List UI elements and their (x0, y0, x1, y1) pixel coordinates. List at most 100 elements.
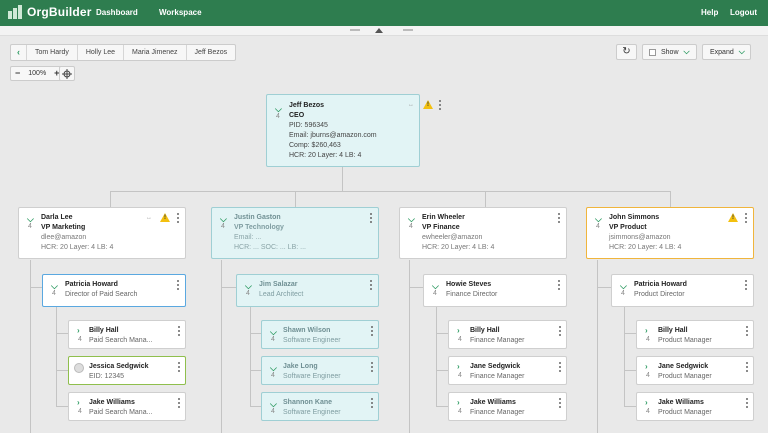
org-card-vp[interactable]: ⌵ 4 John Simmons VP Product jsimmons@ama… (586, 207, 754, 259)
kebab-icon[interactable] (559, 362, 561, 372)
kebab-icon[interactable] (745, 213, 747, 223)
kebab-icon[interactable] (178, 362, 180, 372)
chevron-down-icon[interactable]: ⌵ (270, 328, 277, 337)
kebab-icon[interactable] (745, 280, 747, 290)
nav-workspace[interactable]: Workspace (159, 8, 202, 17)
org-card-report[interactable]: › 4 Jake Williams Finance Manager (448, 392, 567, 421)
org-card-report[interactable]: › 4 Billy Hall Finance Manager (448, 320, 567, 349)
center-view-button[interactable] (59, 66, 75, 81)
chevron-right-icon[interactable]: › (645, 363, 648, 371)
chevron-right-icon[interactable]: › (457, 399, 460, 407)
kebab-icon[interactable] (178, 326, 180, 336)
org-card-report[interactable]: › 4 Jake Williams Product Manager (636, 392, 754, 421)
breadcrumb-item[interactable]: Maria Jimenez (123, 45, 186, 60)
warning-icon[interactable]: ! (728, 213, 738, 222)
kebab-icon[interactable] (746, 326, 748, 336)
org-card-ceo[interactable]: ⌵ 4 Jeff Bezos CEO PID: 596345 Email: jb… (266, 94, 441, 167)
chevron-down-icon[interactable]: ⌵ (620, 282, 627, 291)
org-card-report[interactable]: ⌵ 4 Shannon Kane Software Engineer (261, 392, 379, 421)
chevron-right-icon[interactable]: › (645, 327, 648, 335)
org-card-report[interactable]: › 4 Jake Williams Paid Search Mana... (68, 392, 186, 421)
org-card-report[interactable]: › 4 Billy Hall Paid Search Mana... (68, 320, 186, 349)
expand-dropdown[interactable]: Expand ⌵ (702, 44, 751, 60)
breadcrumb-item[interactable]: Tom Hardy (26, 45, 77, 60)
person-name: Darla Lee (41, 214, 73, 221)
person-name: Jim Salazar (259, 281, 298, 288)
expand-label: Expand (710, 48, 734, 56)
kebab-icon[interactable] (177, 280, 179, 290)
chevron-down-icon[interactable]: ⌵ (270, 364, 277, 373)
chevron-down-icon[interactable]: ⌵ (275, 105, 282, 114)
nav-logout[interactable]: Logout (730, 8, 757, 17)
connector (597, 260, 598, 433)
show-dropdown[interactable]: Show ⌵ (642, 44, 697, 60)
chevron-down-icon[interactable]: ⌵ (432, 282, 439, 291)
refresh-button[interactable]: ↻ (616, 44, 637, 60)
org-card-director[interactable]: ⌵ 4 Jim Salazar Lead Architect (236, 274, 379, 307)
kebab-icon[interactable] (371, 398, 373, 408)
org-card-report[interactable]: › 4 Billy Hall Product Manager (636, 320, 754, 349)
kebab-icon[interactable] (371, 362, 373, 372)
chevron-down-icon[interactable]: ⌵ (595, 215, 602, 224)
nav-dashboard[interactable]: Dashboard (96, 8, 138, 17)
kebab-icon[interactable] (371, 326, 373, 336)
kebab-icon[interactable] (558, 213, 560, 223)
connector (624, 307, 625, 407)
chevron-right-icon[interactable]: › (645, 399, 648, 407)
show-checkbox[interactable] (649, 48, 656, 56)
chevron-right-icon[interactable]: › (77, 327, 80, 335)
zoom-out-button[interactable]: − (11, 67, 24, 80)
chevron-down-icon[interactable]: ⌵ (408, 215, 415, 224)
chevron-down-icon[interactable]: ⌵ (51, 282, 58, 291)
person-name: Erin Wheeler (422, 214, 465, 221)
person-name: Howie Steves (446, 281, 492, 288)
chevron-right-icon[interactable]: › (457, 327, 460, 335)
kebab-icon[interactable] (746, 398, 748, 408)
connector (56, 307, 57, 407)
org-card-director[interactable]: ⌵ 4 Patricia Howard Product Director (611, 274, 754, 307)
person-name: Billy Hall (470, 327, 500, 334)
kebab-icon[interactable] (559, 326, 561, 336)
kebab-icon[interactable] (439, 100, 441, 110)
report-count: 4 (646, 408, 650, 415)
warning-icon[interactable]: ! (160, 213, 170, 222)
breadcrumb-item[interactable]: Jeff Bezos (185, 45, 236, 60)
org-card-report[interactable]: Jessica Sedgwick EID: 12345 (68, 356, 186, 385)
org-card-director[interactable]: ⌵ 4 Patricia Howard Director of Paid Sea… (42, 274, 186, 307)
link-icon[interactable]: ↔ (146, 215, 152, 221)
org-card-report[interactable]: › 4 Jane Sedgwick Product Manager (636, 356, 754, 385)
org-card-report[interactable]: › 4 Jane Sedgwick Finance Manager (448, 356, 567, 385)
org-card-report[interactable]: ⌵ 4 Shawn Wilson Software Engineer (261, 320, 379, 349)
person-title: Finance Manager (470, 373, 525, 380)
org-card-vp[interactable]: ⌵ 4 Erin Wheeler VP Finance ewheeler@ama… (399, 207, 567, 259)
kebab-icon[interactable] (178, 398, 180, 408)
warning-icon[interactable]: ! (423, 100, 433, 109)
breadcrumb-item[interactable]: Holly Lee (76, 45, 123, 60)
kebab-icon[interactable] (558, 280, 560, 290)
chevron-down-icon[interactable]: ⌵ (245, 282, 252, 291)
kebab-icon[interactable] (746, 362, 748, 372)
chevron-down-icon[interactable]: ⌵ (27, 215, 34, 224)
person-eid: EID: 12345 (89, 373, 125, 380)
org-card-director[interactable]: ⌵ 4 Howie Steves Finance Director (423, 274, 567, 307)
kebab-icon[interactable] (177, 213, 179, 223)
org-card-report[interactable]: ⌵ 4 Jake Long Software Engineer (261, 356, 379, 385)
chevron-right-icon[interactable]: › (77, 399, 80, 407)
kebab-icon[interactable] (559, 398, 561, 408)
connector (250, 406, 261, 407)
org-card-vp[interactable]: ⌵ 4 Justin Gaston VP Technology Email: .… (211, 207, 379, 259)
chevron-left-icon[interactable]: ‹ (11, 45, 26, 60)
person-name: Jake Williams (658, 399, 704, 406)
chevron-down-icon[interactable]: ⌵ (220, 215, 227, 224)
kebab-icon[interactable] (370, 280, 372, 290)
app-logo[interactable]: OrgBuilder (8, 5, 92, 19)
collapse-caret-icon[interactable] (375, 28, 383, 33)
chevron-right-icon[interactable]: › (457, 363, 460, 371)
kebab-icon[interactable] (370, 213, 372, 223)
link-icon[interactable]: ↔ (408, 102, 414, 108)
org-card-vp[interactable]: ⌵ 4 Darla Lee VP Marketing dlee@amazon H… (18, 207, 186, 259)
report-count: 4 (78, 336, 82, 343)
person-stats: HCR: 20 Layer: 4 LB: 4 (289, 152, 362, 159)
nav-help[interactable]: Help (701, 8, 718, 17)
chevron-down-icon[interactable]: ⌵ (270, 400, 277, 409)
